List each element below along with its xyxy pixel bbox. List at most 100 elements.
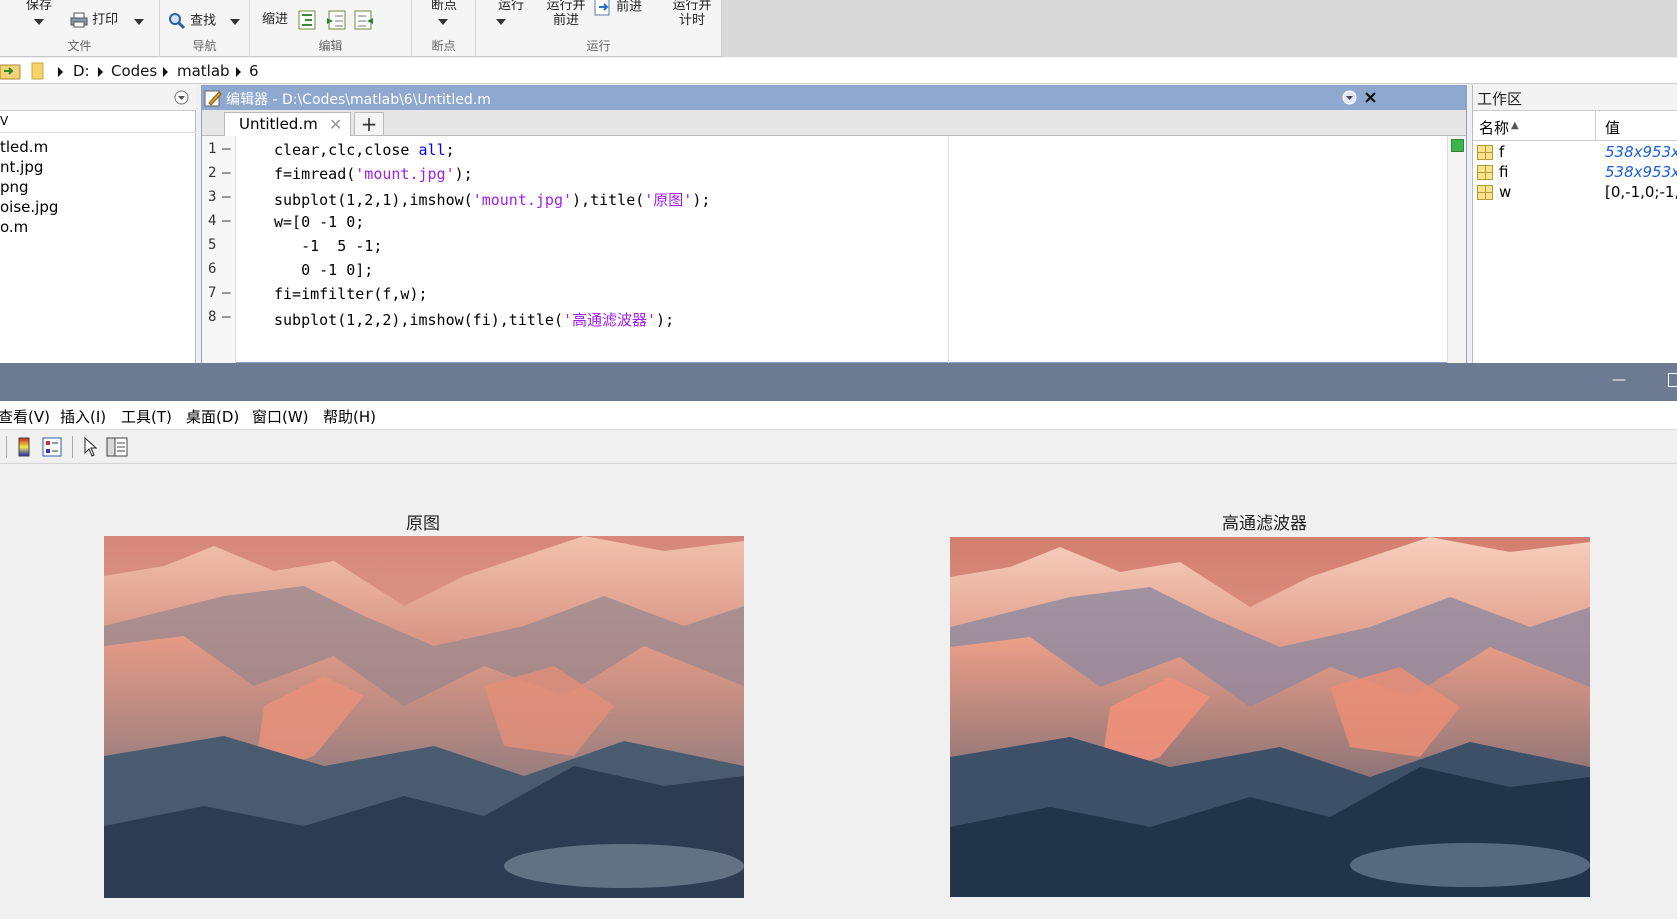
print-button[interactable]: 打印 [70,12,118,28]
var-value: 538x953x [1605,143,1677,161]
line-number-gutter: 1 — 2 — 3 — 4 — 5 6 7 — 8 — [202,136,236,364]
folder-icon [31,62,44,80]
breadcrumb-matlab[interactable]: matlab [177,62,230,80]
figure-canvas: 原图 高通滤波器 [0,464,1677,919]
print-dropdown-arrow[interactable] [134,14,144,29]
matrix-icon [1477,185,1493,200]
breakpoint-marker[interactable]: — [222,165,230,181]
find-dropdown-arrow[interactable] [230,14,240,29]
menu-window[interactable]: 窗口(W) [252,406,309,427]
property-editor-icon[interactable] [106,437,128,457]
current-folder-address-bar[interactable]: D: Codes matlab 6 [0,58,1677,84]
toolstrip-group-file: 保存 打印 文件 [0,0,160,57]
file-item[interactable]: o.m [0,218,28,236]
line-number: 8 [208,309,217,325]
indent-button[interactable]: 缩进 [262,12,288,27]
colorbar-icon[interactable] [17,437,31,457]
minimize-button[interactable]: — [1612,372,1626,388]
var-name: f [1499,143,1505,161]
workspace-var-row[interactable]: fi 538x953x [1473,163,1677,183]
close-icon[interactable] [1364,91,1377,104]
code-text: clear,clc,close [274,141,419,159]
save-button[interactable]: 保存 [26,0,52,13]
file-item[interactable]: png [0,178,29,196]
run-and-advance-button[interactable]: 运行并 前进 [536,0,596,28]
new-tab-button[interactable]: + [354,112,384,136]
line-number: 6 [208,261,217,277]
pointer-icon[interactable] [82,437,98,457]
breakpoint-button[interactable]: 断点 [424,0,464,13]
advance-button[interactable]: 前进 [594,0,642,16]
line-number: 3 [208,189,217,205]
code-analyzer-ok-indicator[interactable] [1451,139,1464,152]
toolstrip-empty-area [722,0,1677,57]
maximize-button[interactable] [1668,373,1677,387]
code-keyword: all [418,141,446,159]
col-name-header[interactable]: 名称 [1479,117,1509,138]
run-button[interactable]: 运行 [486,0,536,13]
matrix-icon [1477,165,1493,180]
breakpoint-marker[interactable]: — [222,285,230,301]
file-item[interactable]: nt.jpg [0,158,43,176]
browse-folder-icon[interactable] [0,61,22,81]
menu-desktop[interactable]: 桌面(D) [186,406,239,427]
toolstrip-group-edit: 缩进 编辑 [250,0,412,57]
column-divider[interactable] [1595,111,1596,141]
line-number: 5 [208,237,217,253]
file-column-header[interactable]: ᐯ [0,111,196,133]
sort-arrow-icon: ᐯ [0,114,9,128]
line-number: 4 [208,213,217,229]
editor-icon [204,90,222,107]
var-name: w [1499,183,1512,201]
workspace-var-row[interactable]: w [0,-1,0;-1, [1473,183,1677,203]
decrease-indent-icon[interactable] [354,10,374,30]
menu-tools[interactable]: 工具(T) [121,406,172,427]
menu-insert[interactable]: 插入(I) [60,406,106,427]
panel-options-icon[interactable] [174,90,189,105]
file-item[interactable]: oise.jpg [0,198,58,216]
matrix-icon [1477,145,1493,160]
var-value: [0,-1,0;-1, [1605,183,1677,201]
workspace-panel: 工作区 名称 ▲ 值 f 538x953x fi 538x953x w [0,-… [1472,85,1677,363]
breadcrumb-separator-icon [98,67,103,77]
group-label-nav: 导航 [192,39,217,53]
tab-close-icon[interactable]: ✕ [329,115,342,134]
breakpoint-dropdown-arrow[interactable] [438,14,448,29]
code-line-6: 0 -1 0]; [274,261,374,279]
toolbar-separator [72,436,73,458]
breadcrumb-separator-icon [236,67,241,77]
legend-icon[interactable] [42,437,62,457]
breakpoint-marker[interactable]: — [222,309,230,325]
menu-view[interactable]: 查看(V) [0,406,50,427]
current-folder-header [0,85,196,111]
sort-asc-icon: ▲ [1511,120,1519,131]
save-dropdown-arrow[interactable] [34,14,44,29]
breakpoint-marker[interactable]: — [222,141,230,157]
col-value-header[interactable]: 值 [1605,117,1620,138]
breadcrumb-drive[interactable]: D: [73,62,90,80]
smart-indent-icon[interactable] [298,10,316,30]
run-and-time-button[interactable]: 运行并 计时 [662,0,722,28]
menu-help[interactable]: 帮助(H) [323,406,376,427]
code-string: 'mount.jpg' [355,165,455,183]
tab-untitled-m[interactable]: Untitled.m ✕ [224,112,351,136]
run-dropdown-arrow[interactable] [496,14,506,29]
code-text: ); [656,311,675,329]
find-button[interactable]: 查找 [168,12,216,30]
code-text-area[interactable]: clear,clc,close all; f=imread('mount.jpg… [238,136,1438,364]
workspace-var-row[interactable]: f 538x953x [1473,143,1677,163]
editor-options-icon[interactable] [1342,90,1357,105]
code-text: ); [454,165,473,183]
increase-indent-icon[interactable] [326,10,346,30]
file-item[interactable]: tled.m [0,138,48,156]
breakpoint-marker[interactable]: — [222,189,230,205]
editor-scrollbar[interactable] [1447,136,1466,364]
breadcrumb-6[interactable]: 6 [249,62,259,80]
code-text: ); [692,191,711,209]
magnifier-icon [169,13,186,30]
breakpoint-marker[interactable]: — [222,213,230,229]
find-label: 查找 [190,13,217,29]
toolstrip-group-breakpoints: 断点 断点 [412,0,476,57]
editor-tab-bar: Untitled.m ✕ + [202,110,1466,136]
breadcrumb-codes[interactable]: Codes [111,62,157,80]
